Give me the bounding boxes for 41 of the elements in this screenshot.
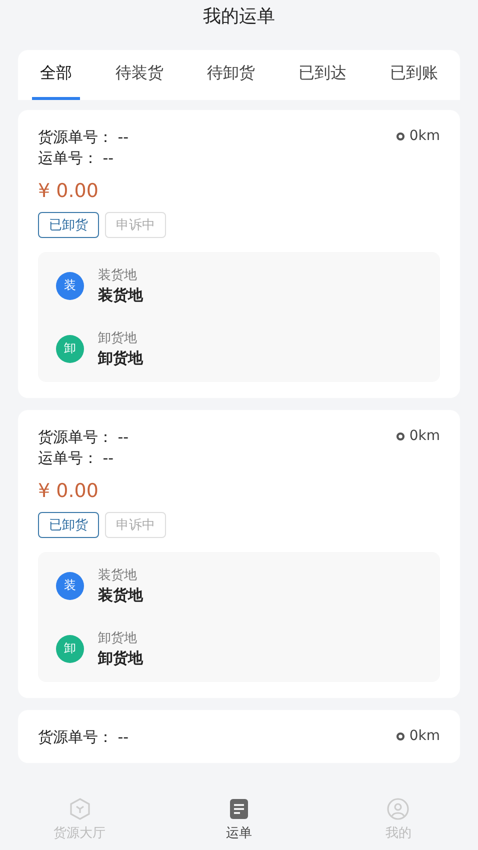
page-title: 我的运单 — [203, 5, 275, 28]
distance: 0km — [409, 728, 440, 744]
source-number: 货源单号： -- — [38, 428, 129, 447]
status-tag: 申诉中 — [105, 512, 166, 538]
distance: 0km — [409, 428, 440, 444]
source-number: 货源单号： -- — [38, 128, 129, 147]
stop-badge: 卸 — [56, 334, 84, 362]
cube-icon — [68, 796, 92, 820]
price: ¥ 0.00 — [38, 480, 100, 502]
stop-place: 装货地 — [98, 286, 143, 305]
tab[interactable]: 待卸货 — [198, 50, 263, 100]
tab[interactable]: 已到账 — [382, 50, 446, 100]
tab[interactable]: 待装货 — [107, 50, 172, 100]
waybill-number: 运单号： -- — [38, 149, 115, 168]
waybill-number: 运单号： -- — [38, 449, 115, 468]
status-tag: 已卸货 — [38, 212, 99, 238]
location-icon — [396, 432, 406, 440]
stop-badge: 卸 — [56, 634, 84, 662]
status-tag: 申诉中 — [105, 212, 166, 238]
stop-caption: 卸货地 — [98, 330, 138, 347]
order-card[interactable]: 货源单号： -- 运单号： -- 0km ¥ 0.00 已卸货 申诉中 装 装货地 装货地 卸 卸货地 卸货地 — [18, 110, 460, 398]
location-icon — [396, 132, 406, 140]
stop-badge: 装 — [56, 272, 84, 300]
stop-badge: 装 — [56, 572, 84, 600]
status-tag: 已卸货 — [38, 512, 99, 538]
stop-place: 卸货地 — [98, 349, 143, 368]
stop-caption: 装货地 — [98, 567, 138, 584]
distance: 0km — [409, 128, 440, 144]
stop-caption: 装货地 — [98, 267, 138, 284]
nav-item[interactable]: 运单 — [159, 796, 319, 842]
stop-place: 卸货地 — [98, 649, 143, 668]
tab[interactable]: 全部 — [32, 50, 80, 100]
order-card[interactable]: 货源单号： -- 0km — [18, 710, 460, 763]
order-card[interactable]: 货源单号： -- 运单号： -- 0km ¥ 0.00 已卸货 申诉中 装 装货地 装货地 卸 卸货地 卸货地 — [18, 410, 460, 698]
stop-place: 装货地 — [98, 586, 143, 605]
person-icon — [386, 796, 410, 820]
tab[interactable]: 已到达 — [290, 50, 355, 100]
stop-caption: 卸货地 — [98, 630, 138, 647]
location-icon — [396, 732, 406, 740]
source-number: 货源单号： -- — [38, 728, 129, 747]
price: ¥ 0.00 — [38, 180, 100, 202]
